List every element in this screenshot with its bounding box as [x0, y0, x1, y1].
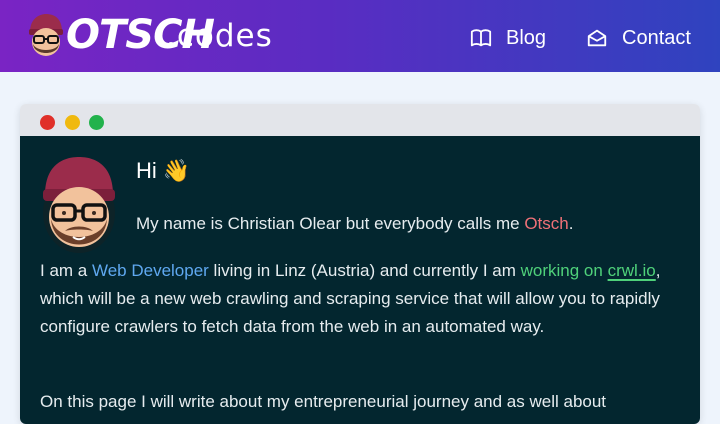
nav-contact-link[interactable]: Contact — [586, 24, 691, 52]
intro-line: My name is Christian Olear but everybody… — [136, 212, 573, 236]
bio-text-2: living in Linz (Austria) and currently I… — [208, 261, 521, 280]
author-avatar — [43, 157, 115, 253]
nav-contact-label: Contact — [622, 26, 691, 49]
project-link[interactable]: crwl.io — [608, 261, 656, 280]
intro-text: My name is Christian Olear but everybody… — [136, 214, 525, 233]
window-titlebar — [20, 104, 700, 136]
nav-blog-label: Blog — [506, 26, 547, 49]
role-highlight: Web Developer — [91, 261, 209, 280]
greeting: Hi 👋 — [136, 158, 191, 183]
site-header: OTSCH .codes Blog Contact — [0, 0, 720, 72]
nickname: Otsch — [524, 214, 569, 233]
working-on-highlight: working on — [520, 261, 603, 280]
intro-end: . — [568, 214, 574, 233]
maximize-dot-icon — [89, 115, 104, 130]
bio-paragraph: I am a Web Developer living in Linz (Aus… — [40, 257, 680, 341]
nav-blog-link[interactable]: Blog — [470, 24, 546, 52]
envelope-icon — [587, 29, 607, 47]
journey-paragraph: On this page I will write about my entre… — [40, 392, 607, 411]
logo-suffix[interactable]: .codes — [166, 14, 273, 58]
bio-text-1: I am a — [40, 261, 92, 280]
minimize-dot-icon — [65, 115, 80, 130]
book-icon — [470, 29, 492, 47]
window-content: Hi 👋 My name is Christian Olear but ever… — [20, 136, 700, 424]
close-dot-icon — [40, 115, 55, 130]
terminal-window: Hi 👋 My name is Christian Olear but ever… — [20, 104, 700, 424]
logo-avatar-icon[interactable] — [26, 12, 66, 58]
